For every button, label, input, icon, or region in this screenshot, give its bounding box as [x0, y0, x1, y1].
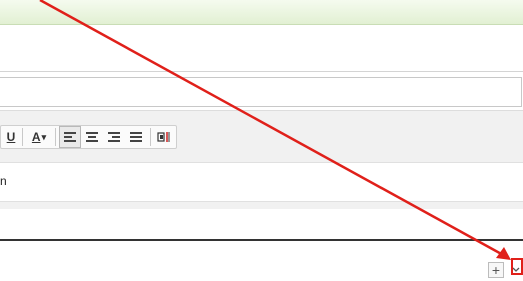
annotation-arrow: [39, 0, 511, 260]
